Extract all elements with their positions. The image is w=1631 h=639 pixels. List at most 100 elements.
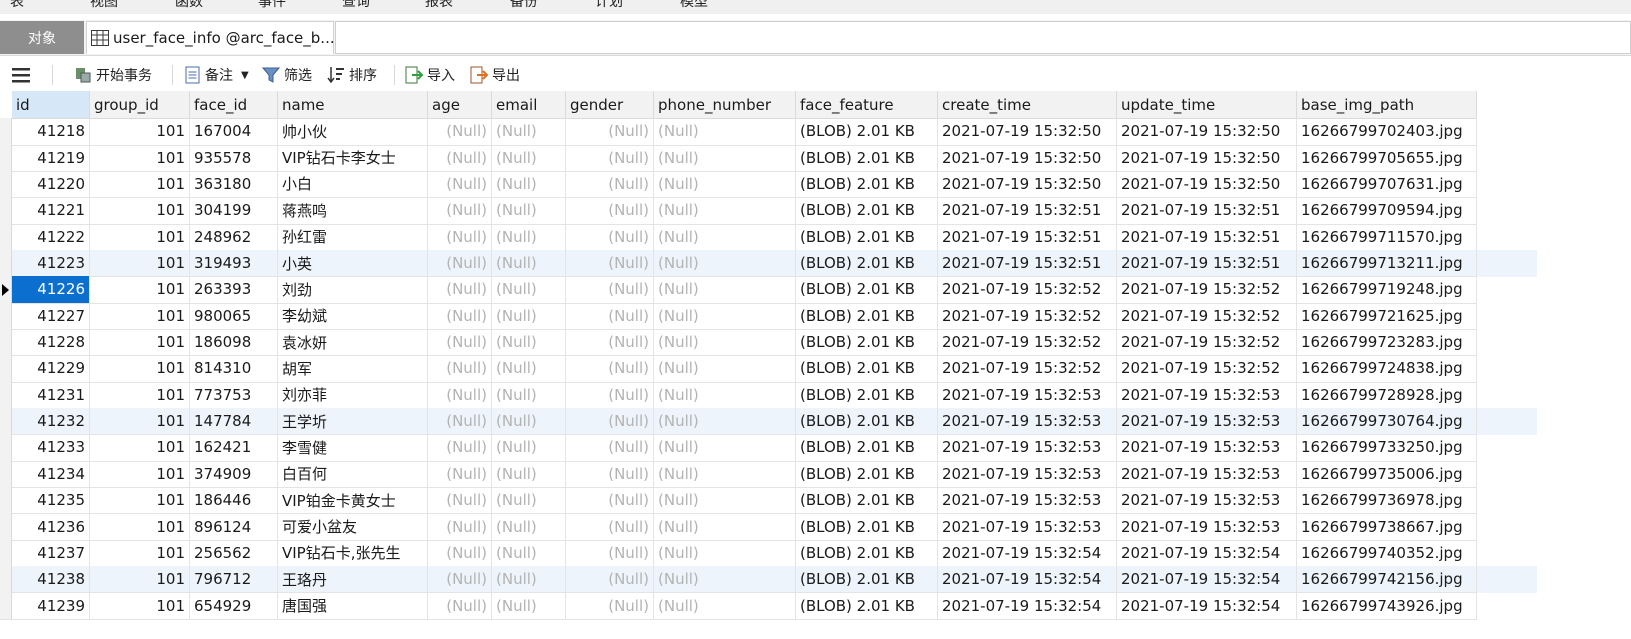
cell-face-feature[interactable]: (BLOB) 2.01 KB — [796, 565, 938, 594]
cell-email[interactable]: (Null) — [492, 276, 566, 304]
cell-group-id[interactable]: 101 — [90, 565, 190, 594]
cell-group-id[interactable]: 101 — [90, 381, 190, 409]
cell-gender[interactable]: (Null) — [566, 328, 654, 357]
cell-face-id[interactable]: 363180 — [190, 170, 278, 199]
cell-name[interactable]: 帅小伙 — [278, 118, 428, 146]
cell-create-time[interactable]: 2021-07-19 15:32:52 — [938, 355, 1117, 383]
cell-id[interactable]: 41229 — [12, 355, 90, 383]
cell-create-time[interactable]: 2021-07-19 15:32:53 — [938, 513, 1117, 541]
row-selector[interactable] — [0, 223, 12, 251]
cell-name[interactable]: VIP钻石卡,张先生 — [278, 539, 428, 568]
cell-face-feature[interactable]: (BLOB) 2.01 KB — [796, 381, 938, 409]
table-row[interactable]: 41236 101 896124 可爱小盆友 (Null) (Null) (Null) (Nu… — [0, 513, 1537, 541]
cell-update-time[interactable]: 2021-07-19 15:32:53 — [1117, 513, 1297, 541]
cell-face-feature[interactable]: (BLOB) 2.01 KB — [796, 302, 938, 330]
menu-item-backup[interactable]: 备份 — [510, 0, 538, 11]
cell-base-img-path[interactable]: 16266799713211.jpg — [1297, 249, 1477, 278]
column-header-id[interactable]: id — [12, 91, 90, 119]
cell-update-time[interactable]: 2021-07-19 15:32:54 — [1117, 592, 1297, 620]
cell-update-time[interactable]: 2021-07-19 15:32:50 — [1117, 118, 1297, 146]
column-header-name[interactable]: name — [278, 91, 428, 119]
cell-face-id[interactable]: 980065 — [190, 302, 278, 330]
cell-base-img-path[interactable]: 16266799738667.jpg — [1297, 513, 1477, 541]
row-selector[interactable] — [0, 302, 12, 330]
column-header-face-id[interactable]: face_id — [190, 91, 278, 119]
cell-group-id[interactable]: 101 — [90, 460, 190, 489]
cell-base-img-path[interactable]: 16266799705655.jpg — [1297, 144, 1477, 172]
table-row[interactable]: 41219 101 935578 VIP钻石卡李女士 (Null) (Null) (Null… — [0, 144, 1537, 172]
cell-gender[interactable]: (Null) — [566, 565, 654, 594]
table-row[interactable]: 41227 101 980065 李幼斌 (Null) (Null) (Null) (Null… — [0, 302, 1537, 330]
cell-age[interactable]: (Null) — [428, 460, 492, 489]
cell-base-img-path[interactable]: 16266799730764.jpg — [1297, 407, 1477, 436]
cell-face-id[interactable]: 147784 — [190, 407, 278, 436]
cell-create-time[interactable]: 2021-07-19 15:32:51 — [938, 249, 1117, 278]
cell-create-time[interactable]: 2021-07-19 15:32:52 — [938, 302, 1117, 330]
cell-face-feature[interactable]: (BLOB) 2.01 KB — [796, 486, 938, 515]
cell-update-time[interactable]: 2021-07-19 15:32:54 — [1117, 539, 1297, 568]
table-row[interactable]: 41228 101 186098 袁冰妍 (Null) (Null) (Null) (Null… — [0, 328, 1537, 357]
cell-name[interactable]: 李幼斌 — [278, 302, 428, 330]
cell-name[interactable]: 袁冰妍 — [278, 328, 428, 357]
cell-email[interactable]: (Null) — [492, 249, 566, 278]
cell-phone-number[interactable]: (Null) — [654, 355, 796, 383]
cell-face-feature[interactable]: (BLOB) 2.01 KB — [796, 276, 938, 304]
cell-id[interactable]: 41234 — [12, 460, 90, 489]
cell-create-time[interactable]: 2021-07-19 15:32:53 — [938, 381, 1117, 409]
cell-update-time[interactable]: 2021-07-19 15:32:52 — [1117, 355, 1297, 383]
cell-gender[interactable]: (Null) — [566, 249, 654, 278]
cell-face-feature[interactable]: (BLOB) 2.01 KB — [796, 223, 938, 251]
cell-base-img-path[interactable]: 16266799735006.jpg — [1297, 460, 1477, 489]
row-selector[interactable] — [0, 539, 12, 568]
cell-face-id[interactable]: 319493 — [190, 249, 278, 278]
chevron-down-icon[interactable]: ▼ — [241, 70, 249, 81]
table-row[interactable]: 41237 101 256562 VIP钻石卡,张先生 (Null) (Null) (Nul… — [0, 539, 1537, 568]
cell-base-img-path[interactable]: 16266799707631.jpg — [1297, 170, 1477, 199]
cell-name[interactable]: 小白 — [278, 170, 428, 199]
cell-phone-number[interactable]: (Null) — [654, 592, 796, 620]
cell-face-feature[interactable]: (BLOB) 2.01 KB — [796, 434, 938, 462]
row-selector[interactable] — [0, 592, 12, 620]
cell-base-img-path[interactable]: 16266799719248.jpg — [1297, 276, 1477, 304]
cell-group-id[interactable]: 101 — [90, 486, 190, 515]
cell-age[interactable]: (Null) — [428, 434, 492, 462]
table-row[interactable]: 41221 101 304199 蒋燕鸣 (Null) (Null) (Null) (Null… — [0, 197, 1537, 225]
menu-item-event[interactable]: 事件 — [258, 0, 286, 11]
cell-group-id[interactable]: 101 — [90, 223, 190, 251]
cell-age[interactable]: (Null) — [428, 328, 492, 357]
table-row[interactable]: 41233 101 162421 李雪健 (Null) (Null) (Null) (Null… — [0, 434, 1537, 462]
cell-group-id[interactable]: 101 — [90, 170, 190, 199]
cell-update-time[interactable]: 2021-07-19 15:32:53 — [1117, 486, 1297, 515]
cell-id[interactable]: 41228 — [12, 328, 90, 357]
cell-face-feature[interactable]: (BLOB) 2.01 KB — [796, 460, 938, 489]
cell-base-img-path[interactable]: 16266799723283.jpg — [1297, 328, 1477, 357]
cell-create-time[interactable]: 2021-07-19 15:32:54 — [938, 592, 1117, 620]
cell-gender[interactable]: (Null) — [566, 118, 654, 146]
cell-gender[interactable]: (Null) — [566, 407, 654, 436]
cell-update-time[interactable]: 2021-07-19 15:32:52 — [1117, 276, 1297, 304]
cell-group-id[interactable]: 101 — [90, 434, 190, 462]
cell-phone-number[interactable]: (Null) — [654, 118, 796, 146]
cell-create-time[interactable]: 2021-07-19 15:32:53 — [938, 460, 1117, 489]
cell-phone-number[interactable]: (Null) — [654, 486, 796, 515]
cell-gender[interactable]: (Null) — [566, 539, 654, 568]
cell-gender[interactable]: (Null) — [566, 223, 654, 251]
cell-group-id[interactable]: 101 — [90, 144, 190, 172]
cell-age[interactable]: (Null) — [428, 197, 492, 225]
cell-phone-number[interactable]: (Null) — [654, 223, 796, 251]
cell-name[interactable]: VIP铂金卡黄女士 — [278, 486, 428, 515]
cell-create-time[interactable]: 2021-07-19 15:32:52 — [938, 328, 1117, 357]
menu-item-report[interactable]: 报表 — [425, 0, 453, 11]
cell-age[interactable]: (Null) — [428, 302, 492, 330]
cell-phone-number[interactable]: (Null) — [654, 565, 796, 594]
cell-id[interactable]: 41221 — [12, 197, 90, 225]
cell-id[interactable]: 41235 — [12, 486, 90, 515]
row-selector[interactable] — [0, 486, 12, 515]
row-selector[interactable] — [0, 276, 12, 304]
cell-phone-number[interactable]: (Null) — [654, 144, 796, 172]
menu-item-query[interactable]: 查询 — [342, 0, 370, 11]
cell-face-feature[interactable]: (BLOB) 2.01 KB — [796, 539, 938, 568]
cell-update-time[interactable]: 2021-07-19 15:32:51 — [1117, 197, 1297, 225]
cell-email[interactable]: (Null) — [492, 223, 566, 251]
cell-gender[interactable]: (Null) — [566, 434, 654, 462]
